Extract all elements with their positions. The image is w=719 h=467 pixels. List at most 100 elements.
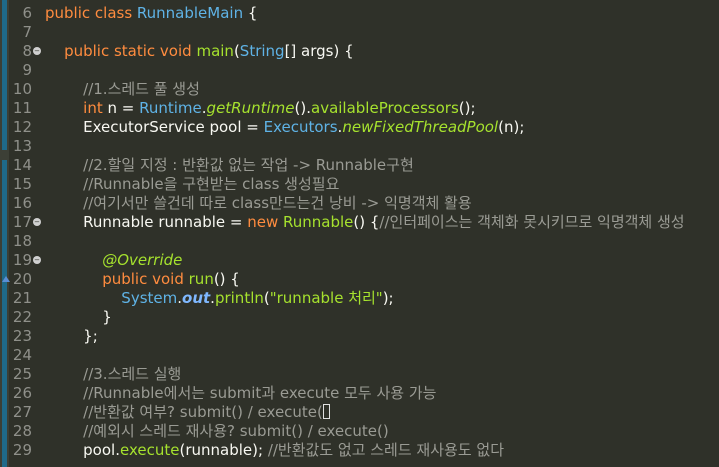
code-line[interactable]: 23 }; xyxy=(0,327,719,346)
code-line[interactable]: 18 xyxy=(0,232,719,251)
code-text[interactable]: //Runnable을 구현받는 class 생성필요 xyxy=(45,175,339,194)
line-number: 7 xyxy=(22,23,32,41)
code-token: () { xyxy=(353,213,380,231)
code-line[interactable]: 9 xyxy=(0,61,719,80)
code-line[interactable]: 21 System.out.println("runnable 처리"); xyxy=(0,289,719,308)
line-number: 6 xyxy=(22,4,32,22)
code-token: (). xyxy=(294,99,311,117)
code-line[interactable]: 20 public void run() { xyxy=(0,270,719,289)
code-token: runnable xyxy=(158,213,230,231)
code-token: }; xyxy=(45,327,98,345)
code-text[interactable]: int n = Runtime.getRuntime().availablePr… xyxy=(45,99,476,118)
code-editor[interactable]: 6 public class RunnableMain { 7 8− public s… xyxy=(0,0,719,467)
code-line[interactable]: 15 //Runnable을 구현받는 class 생성필요 xyxy=(0,175,719,194)
line-number: 17 xyxy=(12,213,32,231)
code-text[interactable]: //반환값 여부? submit() / execute( xyxy=(45,403,330,422)
code-token: @Override xyxy=(102,251,183,269)
code-text[interactable]: //Runnable에서는 submit과 execute 모두 사용 가능 xyxy=(45,384,436,403)
code-line[interactable]: 8− public static void main(String[] args… xyxy=(0,42,719,61)
code-text[interactable]: //2.할일 지정 : 반환값 없는 작업 -> Runnable구현 xyxy=(45,156,414,175)
code-text[interactable]: public class RunnableMain { xyxy=(45,4,257,23)
code-text[interactable]: //여기서만 쓸건데 따로 class만드는건 낭비 -> 익명객체 활용 xyxy=(45,194,472,213)
code-text[interactable]: public void run() { xyxy=(45,270,240,289)
code-token: //반환값 여부? submit() / execute( xyxy=(83,403,323,421)
text-cursor xyxy=(322,404,330,419)
code-text[interactable]: //예외시 스레드 재사용? submit() / execute() xyxy=(45,422,389,441)
code-token: } xyxy=(45,308,112,326)
code-token: public class xyxy=(45,4,137,22)
code-line[interactable]: 24 xyxy=(0,346,719,365)
code-token: = xyxy=(229,213,248,231)
code-line[interactable]: 12 ExecutorService pool = Executors.newF… xyxy=(0,118,719,137)
code-token: Runnable xyxy=(283,213,354,231)
code-text[interactable]: //1.스레드 풀 생성 xyxy=(45,80,200,99)
code-line[interactable]: 16 //여기서만 쓸건데 따로 class만드는건 낭비 -> 익명객체 활용 xyxy=(0,194,719,213)
code-token: getRuntime xyxy=(206,99,295,117)
code-line[interactable]: 7 xyxy=(0,23,719,42)
code-text[interactable]: ExecutorService pool = Executors.newFixe… xyxy=(45,118,524,137)
code-token: main xyxy=(196,42,234,60)
code-text[interactable]: public static void main(String[] args) { xyxy=(45,42,354,61)
code-text[interactable]: } xyxy=(45,308,112,327)
code-line[interactable]: 11 int n = Runtime.getRuntime().availabl… xyxy=(0,99,719,118)
code-token: ) { xyxy=(333,42,354,60)
line-number: 9 xyxy=(22,61,32,79)
code-token: ExecutorService xyxy=(83,118,210,136)
code-line[interactable]: 25 //3.스레드 실행 xyxy=(0,365,719,384)
code-line[interactable]: 14 //2.할일 지정 : 반환값 없는 작업 -> Runnable구현 xyxy=(0,156,719,175)
line-number: 21 xyxy=(12,289,32,307)
code-token: //여기서만 쓸건데 따로 class만드는건 낭비 -> 익명객체 활용 xyxy=(83,194,472,212)
code-token: //예외시 스레드 재사용? submit() / execute() xyxy=(83,422,389,440)
code-text[interactable]: Runnable runnable = new Runnable() {//인터… xyxy=(45,213,684,232)
code-line[interactable]: 19− @Override xyxy=(0,251,719,270)
line-number: 11 xyxy=(12,99,32,117)
code-text[interactable]: pool.execute(runnable); //반환값도 없고 스레드 재사… xyxy=(45,441,504,460)
override-marker-icon xyxy=(2,276,10,282)
code-line[interactable]: 17− Runnable runnable = new Runnable() {… xyxy=(0,213,719,232)
code-line[interactable]: 28 //예외시 스레드 재사용? submit() / execute() xyxy=(0,422,719,441)
code-token: "runnable 처리" xyxy=(269,289,383,307)
code-token: public void xyxy=(102,270,189,288)
line-number: 14 xyxy=(12,156,32,174)
code-token: = xyxy=(246,118,264,136)
code-token: (); xyxy=(458,99,476,117)
code-token: println xyxy=(214,289,264,307)
line-number: 16 xyxy=(12,194,32,212)
code-token: ); xyxy=(513,118,525,136)
code-text[interactable]: //3.스레드 실행 xyxy=(45,365,181,384)
code-token: Runtime xyxy=(139,99,202,117)
fold-toggle-icon[interactable]: − xyxy=(33,47,41,55)
code-text[interactable]: @Override xyxy=(45,251,182,270)
code-token: runnable xyxy=(185,441,253,459)
code-text[interactable]: System.out.println("runnable 처리"); xyxy=(45,289,393,308)
code-line[interactable]: 29 pool.execute(runnable); //반환값도 없고 스레드… xyxy=(0,441,719,460)
line-number: 28 xyxy=(12,422,32,440)
code-token: System xyxy=(121,289,178,307)
line-number: 10 xyxy=(12,80,32,98)
code-token: int xyxy=(83,99,108,117)
code-text[interactable]: }; xyxy=(45,327,98,346)
code-line[interactable]: 13 xyxy=(0,137,719,156)
code-token: availableProcessors xyxy=(311,99,459,117)
code-line[interactable]: 6 public class RunnableMain { xyxy=(0,4,719,23)
code-line[interactable]: 27 //반환값 여부? submit() / execute( xyxy=(0,403,719,422)
code-token: { xyxy=(243,4,258,22)
code-line[interactable]: 10 //1.스레드 풀 생성 xyxy=(0,80,719,99)
code-token: Executors xyxy=(263,118,338,136)
fold-toggle-icon[interactable]: − xyxy=(33,256,41,264)
code-line[interactable]: 26 //Runnable에서는 submit과 execute 모두 사용 가… xyxy=(0,384,719,403)
line-number: 20 xyxy=(12,270,32,288)
code-line[interactable]: 22 } xyxy=(0,308,719,327)
line-number: 15 xyxy=(12,175,32,193)
fold-toggle-icon[interactable]: − xyxy=(33,218,41,226)
code-token: //Runnable에서는 submit과 execute 모두 사용 가능 xyxy=(83,384,437,402)
